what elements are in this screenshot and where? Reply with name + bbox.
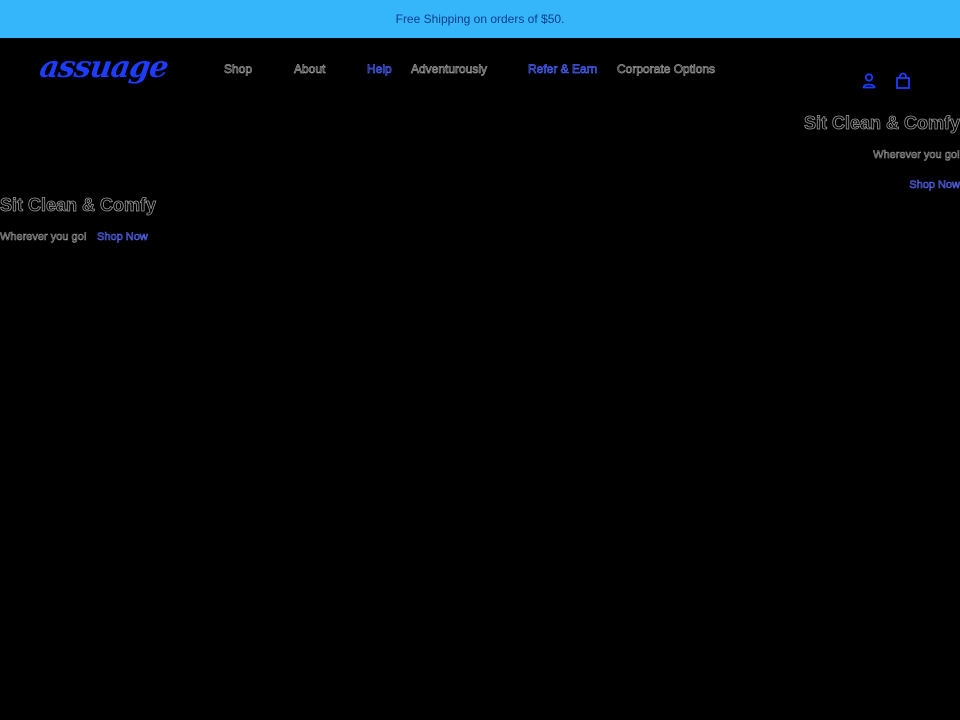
shop-now-link[interactable]: Shop Now bbox=[97, 231, 148, 244]
nav-help[interactable]: Help bbox=[367, 62, 392, 77]
nav-corporate-options[interactable]: Corporate Options bbox=[617, 62, 716, 77]
hero-title: Sit Clean & Comfy bbox=[803, 113, 960, 134]
nav-refer-earn[interactable]: Refer & Earn bbox=[528, 62, 598, 77]
shop-now-link[interactable]: Shop Now bbox=[909, 179, 960, 192]
hero-title: Sit Clean & Comfy bbox=[0, 195, 157, 216]
hero-subtitle: Wherever you go! bbox=[873, 149, 960, 162]
announcement-text: Free Shipping on orders of $50. bbox=[395, 12, 565, 26]
account-icon[interactable] bbox=[860, 72, 878, 90]
announcement-bar: Free Shipping on orders of $50. bbox=[0, 0, 960, 38]
brand-logo[interactable]: assuage bbox=[38, 50, 170, 85]
hero-subtitle: Wherever you go! bbox=[0, 231, 87, 244]
nav-adventurously[interactable]: Adventurously bbox=[411, 62, 488, 77]
nav-shop[interactable]: Shop bbox=[224, 62, 253, 77]
cart-icon[interactable] bbox=[894, 72, 912, 90]
nav-about[interactable]: About bbox=[294, 62, 326, 77]
